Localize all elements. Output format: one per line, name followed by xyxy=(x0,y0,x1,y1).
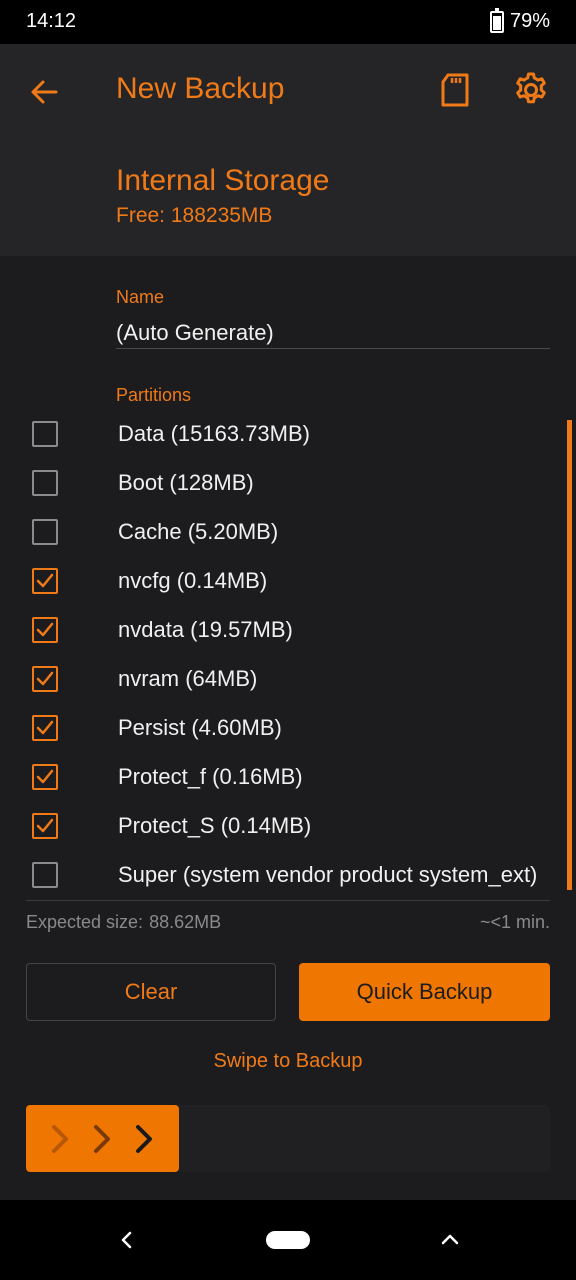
storage-name: Internal Storage xyxy=(116,164,330,197)
chevrons-right-icon xyxy=(52,1125,152,1153)
partition-checkbox-checked[interactable] xyxy=(32,617,58,643)
partition-checkbox-checked[interactable] xyxy=(32,666,58,692)
expected-size-value: 88.62MB xyxy=(149,912,222,932)
partition-row[interactable]: Cache (5.20MB) xyxy=(0,507,576,556)
name-label: Name xyxy=(116,287,165,307)
sd-card-icon[interactable] xyxy=(438,72,472,108)
gear-icon[interactable] xyxy=(512,71,550,109)
battery-icon xyxy=(489,7,504,33)
checkmark-icon xyxy=(36,573,54,588)
partition-row[interactable]: nvcfg (0.14MB) xyxy=(0,556,576,605)
partition-checkbox[interactable] xyxy=(32,421,58,447)
arrow-left-icon[interactable] xyxy=(26,74,62,110)
clear-button[interactable]: Clear xyxy=(26,963,276,1021)
status-right: 79% xyxy=(489,7,550,33)
scrollbar[interactable] xyxy=(567,420,572,890)
partition-checkbox[interactable] xyxy=(32,862,58,888)
partitions-label: Partitions xyxy=(116,385,192,405)
checkmark-icon xyxy=(36,671,54,686)
quick-backup-button[interactable]: Quick Backup xyxy=(299,963,550,1021)
status-bar: 14:12 79% xyxy=(0,0,576,44)
checkmark-icon xyxy=(36,720,54,735)
status-time: 14:12 xyxy=(26,10,77,32)
system-nav-bar xyxy=(0,1200,576,1280)
partition-row[interactable]: nvram (64MB) xyxy=(0,654,576,703)
partition-checkbox-checked[interactable] xyxy=(32,568,58,594)
partition-label: nvcfg (0.14MB) xyxy=(118,568,268,593)
partition-row[interactable]: Persist (4.60MB) xyxy=(0,703,576,752)
checkmark-icon xyxy=(36,769,54,784)
swipe-label: Swipe to Backup xyxy=(213,1050,363,1072)
partition-row[interactable]: Data (15163.73MB) xyxy=(0,409,576,458)
partition-label: Data (15163.73MB) xyxy=(118,421,310,446)
partition-row[interactable]: Super (system vendor product system_ext) xyxy=(0,850,576,899)
partition-row[interactable]: Protect_f (0.16MB) xyxy=(0,752,576,801)
partition-label: Cache (5.20MB) xyxy=(118,519,279,544)
partition-row[interactable]: nvdata (19.57MB) xyxy=(0,605,576,654)
partition-label: Protect_S (0.14MB) xyxy=(118,813,312,838)
expected-size-label: Expected size: xyxy=(26,912,144,932)
name-underline xyxy=(116,348,550,349)
partition-label: Persist (4.60MB) xyxy=(118,715,282,740)
expected-size: Expected size: 88.62MB xyxy=(26,912,221,933)
checkmark-icon xyxy=(36,818,54,833)
partition-checkbox[interactable] xyxy=(32,470,58,496)
storage-free-space: Free: 188235MB xyxy=(116,204,273,227)
partition-checkbox-checked[interactable] xyxy=(32,715,58,741)
checkmark-icon xyxy=(36,622,54,637)
partition-label: nvram (64MB) xyxy=(118,666,258,691)
battery-percent: 79% xyxy=(509,10,550,32)
swipe-handle[interactable] xyxy=(26,1105,179,1172)
partition-checkbox-checked[interactable] xyxy=(32,813,58,839)
time-estimate: ~<1 min. xyxy=(479,912,550,932)
nav-back-icon[interactable] xyxy=(118,1230,136,1250)
partition-label: Super (system vendor product system_ext) xyxy=(118,862,538,887)
nav-home-pill[interactable] xyxy=(266,1231,310,1249)
divider xyxy=(26,900,550,901)
page-title: New Backup xyxy=(116,72,285,105)
partition-row[interactable]: Boot (128MB) xyxy=(0,458,576,507)
partition-checkbox-checked[interactable] xyxy=(32,764,58,790)
backup-name-input[interactable]: (Auto Generate) xyxy=(116,320,274,346)
partition-label: Boot (128MB) xyxy=(118,470,254,495)
partition-label: Protect_f (0.16MB) xyxy=(118,764,303,789)
storage-header[interactable]: Internal Storage Free: 188235MB xyxy=(0,136,576,256)
partition-label: nvdata (19.57MB) xyxy=(118,617,293,642)
partition-checkbox[interactable] xyxy=(32,519,58,545)
partition-row[interactable]: Protect_S (0.14MB) xyxy=(0,801,576,850)
app-bar: New Backup xyxy=(0,44,576,136)
nav-up-icon[interactable] xyxy=(440,1230,460,1250)
